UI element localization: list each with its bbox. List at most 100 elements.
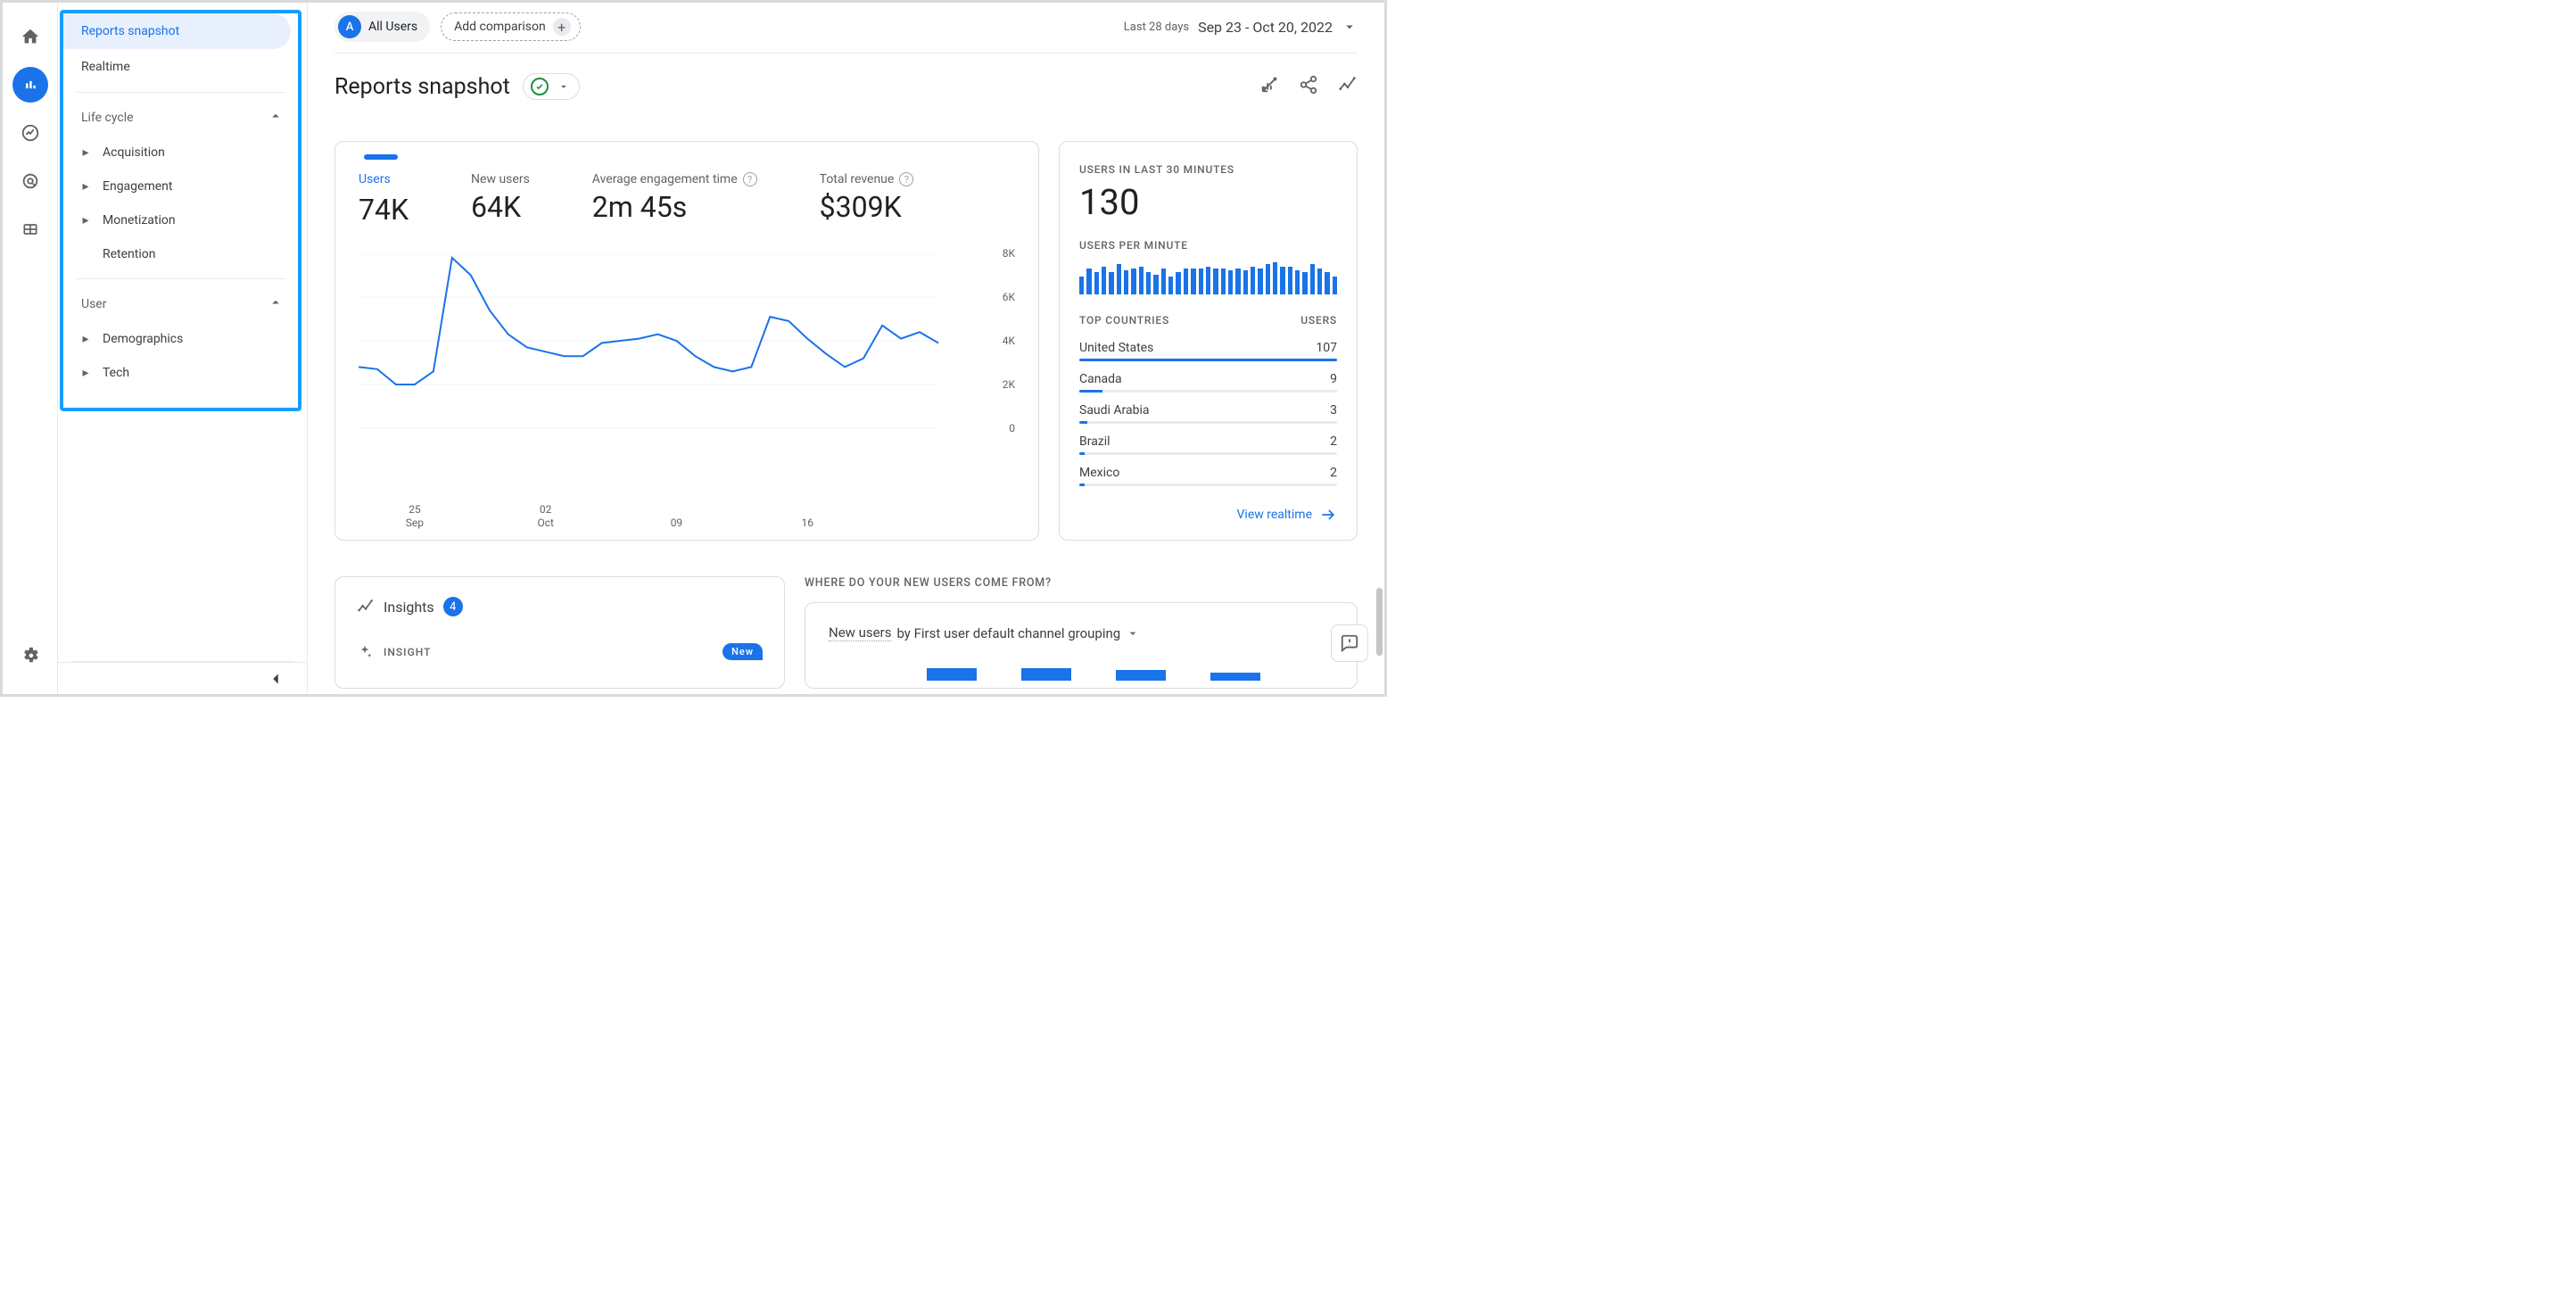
check-circle-icon bbox=[531, 78, 549, 95]
country-users: 9 bbox=[1330, 372, 1337, 386]
chevron-left-icon bbox=[266, 669, 285, 689]
rail-advertising-icon[interactable] bbox=[12, 163, 48, 199]
top-bar: A All Users Add comparison + Last 28 day… bbox=[334, 12, 1358, 54]
nav-sub-monetization[interactable]: ▸Monetization bbox=[63, 203, 298, 237]
spark-bar bbox=[1102, 267, 1106, 295]
country-name: United States bbox=[1079, 341, 1153, 355]
main-content: A All Users Add comparison + Last 28 day… bbox=[308, 3, 1384, 694]
chevron-up-icon bbox=[268, 108, 284, 128]
spark-bar bbox=[1184, 269, 1188, 294]
x-axis-tick: 16 bbox=[801, 517, 813, 531]
spark-bar bbox=[1168, 277, 1173, 294]
country-row[interactable]: Canada 9 bbox=[1079, 367, 1337, 386]
rail-explore-icon[interactable] bbox=[12, 115, 48, 151]
nav-sub-tech[interactable]: ▸Tech bbox=[63, 356, 298, 390]
spark-bar bbox=[1109, 272, 1113, 294]
help-icon[interactable]: ? bbox=[743, 172, 757, 186]
country-row[interactable]: Mexico2 bbox=[1079, 460, 1337, 480]
nav-sub-demographics[interactable]: ▸ Demographics bbox=[63, 322, 298, 356]
date-range-picker[interactable]: Last 28 days Sep 23 - Oct 20, 2022 bbox=[1124, 19, 1358, 36]
spark-bar bbox=[1310, 264, 1315, 294]
customize-report-icon[interactable] bbox=[1259, 75, 1279, 98]
rail-reports-icon[interactable] bbox=[12, 67, 48, 103]
metric-new-users[interactable]: New users64K bbox=[471, 172, 530, 227]
country-name: Canada bbox=[1079, 372, 1122, 386]
nav-sub-retention[interactable]: Retention bbox=[63, 237, 298, 271]
metrics-row: Users74K New users64K Average engagement t… bbox=[359, 172, 1015, 227]
metric-users[interactable]: Users74K bbox=[359, 172, 409, 227]
nav-section-label: Life cycle bbox=[81, 111, 134, 125]
insight-row[interactable]: INSIGHT New bbox=[357, 643, 763, 660]
metric-label: Users bbox=[359, 172, 409, 189]
nav-reports-snapshot[interactable]: Reports snapshot bbox=[63, 13, 291, 49]
country-bar bbox=[1079, 359, 1337, 361]
insights-icon[interactable] bbox=[1338, 75, 1358, 98]
users-trend-chart[interactable]: 02K4K6K8K25Sep02Oct0916 bbox=[359, 253, 1015, 522]
scrollbar-thumb[interactable] bbox=[1376, 588, 1383, 656]
help-icon[interactable]: ? bbox=[899, 172, 913, 186]
insights-count-badge: 4 bbox=[443, 597, 463, 616]
feedback-button[interactable] bbox=[1331, 624, 1368, 662]
segment-avatar: A bbox=[338, 15, 361, 38]
spark-bar bbox=[1124, 270, 1128, 294]
nav-section-user[interactable]: User bbox=[63, 286, 298, 322]
data-quality-status[interactable] bbox=[523, 73, 580, 100]
x-axis-tick: 09 bbox=[671, 517, 683, 531]
nav-section-life-cycle[interactable]: Life cycle bbox=[63, 100, 298, 136]
caret-down-icon bbox=[557, 80, 570, 93]
sparkle-icon bbox=[357, 644, 373, 660]
acquisition-section: WHERE DO YOUR NEW USERS COME FROM? New u… bbox=[805, 576, 1358, 689]
country-users: 2 bbox=[1330, 466, 1337, 480]
y-axis-tick: 2K bbox=[1003, 378, 1015, 391]
country-list: United States107 Canada 9 Saudi Arabia3 Braz… bbox=[1079, 335, 1337, 492]
view-realtime-link[interactable]: View realtime bbox=[1237, 492, 1337, 524]
spark-bar bbox=[1199, 269, 1203, 294]
new-users-dimension-picker[interactable]: New users by First user default channel … bbox=[829, 624, 1333, 641]
title-bar: Reports snapshot bbox=[334, 54, 1358, 109]
x-axis-tick: 02Oct bbox=[537, 503, 553, 531]
rail-admin-icon[interactable] bbox=[12, 637, 48, 673]
insight-row-label: INSIGHT bbox=[384, 646, 431, 658]
insights-title: Insights bbox=[384, 599, 434, 616]
rail-home-icon[interactable] bbox=[12, 19, 48, 54]
country-bar bbox=[1079, 390, 1337, 393]
nav-realtime[interactable]: Realtime bbox=[63, 49, 291, 85]
acquisition-question: WHERE DO YOUR NEW USERS COME FROM? bbox=[805, 576, 1358, 590]
nav-collapse-button[interactable] bbox=[58, 662, 307, 694]
metric-average-engagement-time[interactable]: Average engagement time?2m 45s bbox=[592, 172, 757, 227]
nav-sub-label: Demographics bbox=[103, 332, 183, 346]
overview-card: Users74K New users64K Average engagement t… bbox=[334, 141, 1039, 541]
spark-bar bbox=[1161, 269, 1166, 294]
spark-bar bbox=[1258, 269, 1262, 294]
nav-separator bbox=[76, 92, 285, 93]
date-range-label: Last 28 days bbox=[1124, 21, 1189, 34]
country-row[interactable]: Brazil2 bbox=[1079, 429, 1337, 449]
nav-sub-engagement[interactable]: ▸Engagement bbox=[63, 169, 298, 203]
spark-bar bbox=[1302, 272, 1307, 294]
spark-bar bbox=[1079, 277, 1084, 294]
segment-chip-all-users[interactable]: A All Users bbox=[334, 12, 430, 42]
spark-bar bbox=[1333, 277, 1337, 294]
funnel-head-rest: by First user default channel grouping bbox=[896, 625, 1120, 641]
spark-bar bbox=[1273, 262, 1277, 294]
spark-bar bbox=[1295, 270, 1300, 294]
add-comparison-button[interactable]: Add comparison + bbox=[441, 12, 581, 41]
chevron-up-icon bbox=[268, 294, 284, 314]
spark-bar bbox=[1221, 269, 1226, 294]
caret-right-icon: ▸ bbox=[81, 332, 90, 346]
spark-bar bbox=[1213, 269, 1218, 294]
insights-header: Insights 4 bbox=[357, 597, 763, 616]
metric-total-revenue[interactable]: Total revenue?$309K bbox=[820, 172, 914, 227]
country-row[interactable]: United States107 bbox=[1079, 335, 1337, 355]
segment-label: All Users bbox=[368, 20, 417, 34]
share-icon[interactable] bbox=[1299, 75, 1318, 98]
nav-sub-acquisition[interactable]: ▸Acquisition bbox=[63, 136, 298, 169]
page-title: Reports snapshot bbox=[334, 74, 510, 100]
country-row[interactable]: Saudi Arabia3 bbox=[1079, 398, 1337, 418]
country-name: Brazil bbox=[1079, 434, 1110, 449]
rail-configure-icon[interactable] bbox=[12, 211, 48, 247]
caret-right-icon: ▸ bbox=[81, 179, 90, 194]
nav-section-label: User bbox=[81, 297, 106, 311]
spark-bar bbox=[1228, 270, 1233, 294]
sparkline-icon bbox=[357, 598, 375, 616]
